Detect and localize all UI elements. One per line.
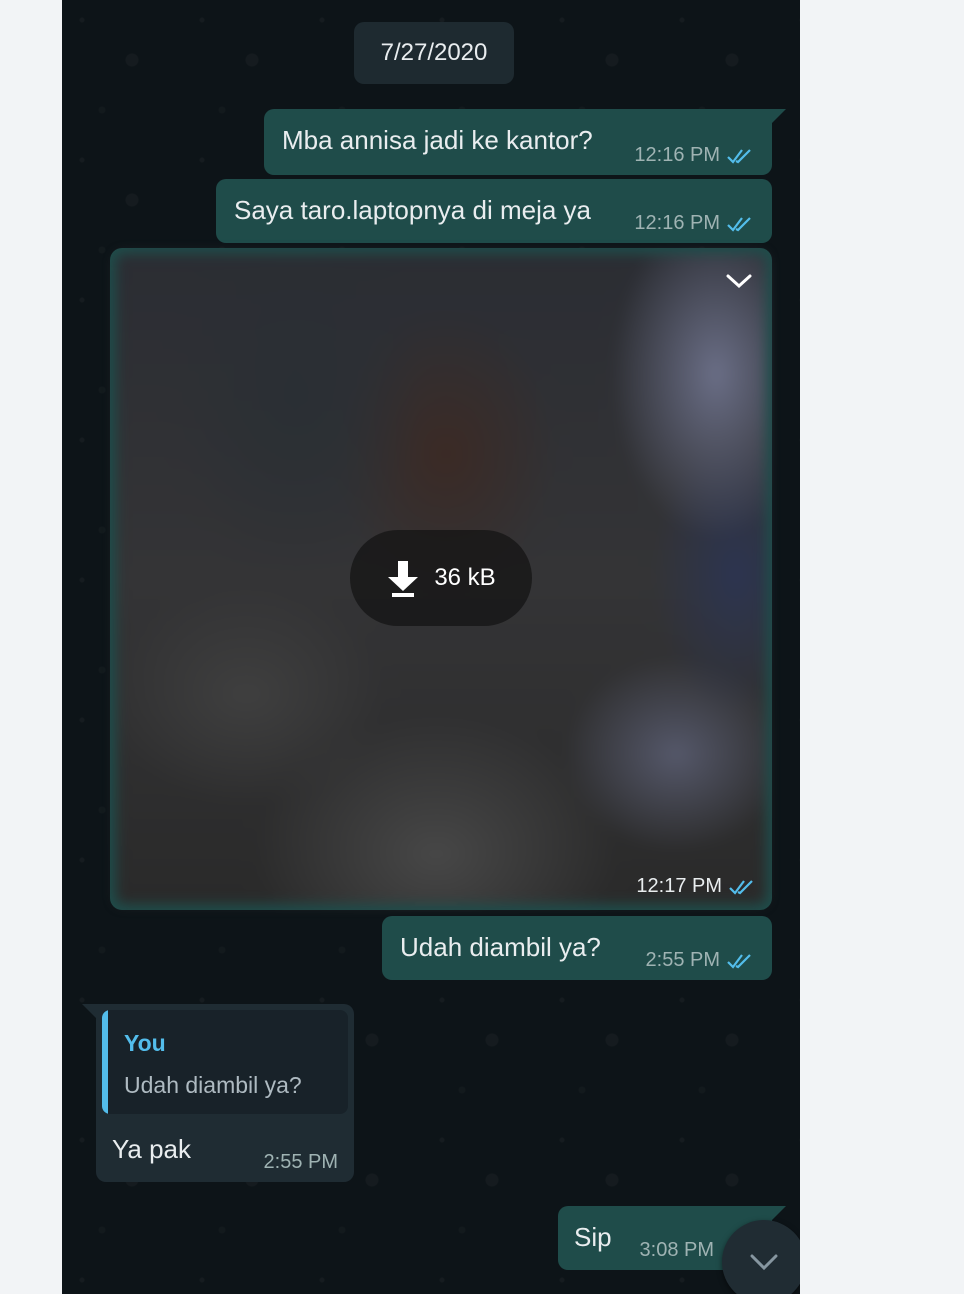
incoming-message-bubble[interactable]: You Udah diambil ya? Ya pak 2:55 PM xyxy=(82,1004,354,1182)
message-text: Mba annisa jadi ke kantor? xyxy=(282,125,593,155)
date-separator: 7/27/2020 xyxy=(354,22,514,84)
double-check-icon xyxy=(729,879,753,895)
message-text: Saya taro.laptopnya di meja ya xyxy=(234,195,591,225)
message-text: Udah diambil ya? xyxy=(400,932,601,962)
scroll-to-bottom-button[interactable] xyxy=(722,1220,800,1294)
message-text: Sip xyxy=(574,1222,612,1252)
message-meta: 12:16 PM xyxy=(634,144,756,167)
message-time: 3:08 PM xyxy=(639,1239,714,1261)
message-bubble[interactable]: Mba annisa jadi ke kantor? 12:16 PM xyxy=(264,109,786,175)
message-bubble[interactable]: Udah diambil ya? 2:55 PM xyxy=(382,916,772,980)
quote-author: You xyxy=(124,1030,166,1056)
message-time: 12:16 PM xyxy=(634,144,720,166)
image-message[interactable]: 36 kB 12:17 PM xyxy=(110,248,772,910)
quote-text: Udah diambil ya? xyxy=(124,1072,302,1098)
chevron-down-icon[interactable] xyxy=(724,266,754,296)
message-text: Ya pak xyxy=(112,1134,192,1164)
quote-accent-bar xyxy=(102,1010,108,1114)
quoted-message[interactable]: You Udah diambil ya? xyxy=(102,1010,348,1114)
message-time: 2:55 PM xyxy=(263,1151,338,1173)
double-check-icon xyxy=(727,953,751,969)
message-bubble[interactable]: Saya taro.laptopnya di meja ya 12:16 PM xyxy=(216,179,772,243)
download-arrow-icon xyxy=(388,561,419,597)
download-size: 36 kB xyxy=(434,564,496,591)
chevron-down-icon xyxy=(750,1254,778,1271)
download-button[interactable]: 36 kB xyxy=(350,530,532,626)
message-time: 12:17 PM xyxy=(636,875,722,897)
message-time: 12:16 PM xyxy=(634,212,720,234)
message-time: 2:55 PM xyxy=(645,949,720,971)
message-meta: 2:55 PM xyxy=(646,949,756,972)
double-check-icon xyxy=(727,148,751,164)
chat-panel: 7/27/2020 Mba annisa jadi ke kantor? 12:… xyxy=(62,0,800,1294)
message-meta: 12:16 PM xyxy=(634,212,756,235)
message-meta: 3:08 PM xyxy=(640,1239,714,1262)
message-meta: 12:17 PM xyxy=(636,875,758,898)
message-meta: 2:55 PM xyxy=(264,1151,338,1174)
double-check-icon xyxy=(727,216,751,232)
